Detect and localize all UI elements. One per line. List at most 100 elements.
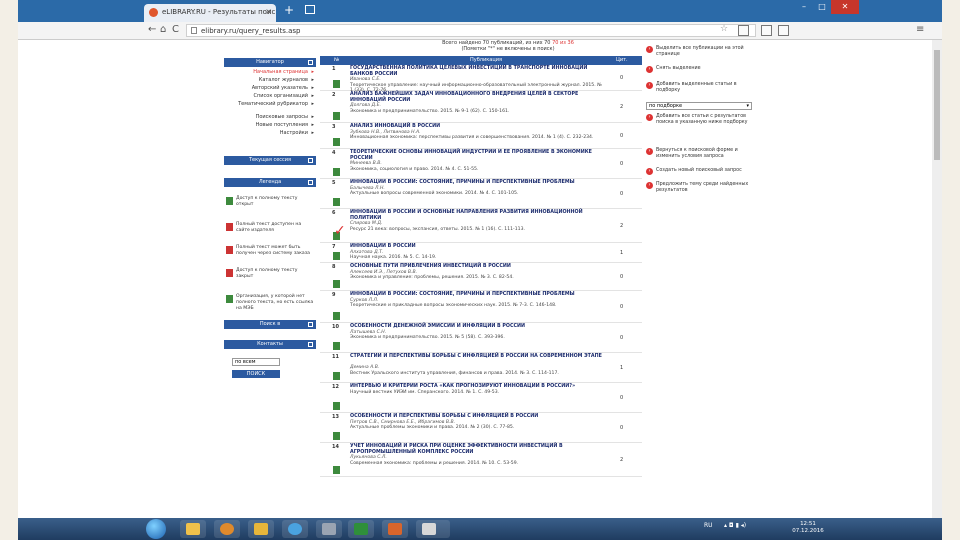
result-source[interactable]: Актуальные проблемы экономики и права. 2…	[350, 425, 605, 431]
taskbar-powerpoint[interactable]	[382, 520, 408, 538]
result-title-link[interactable]: ИННОВАЦИИ В РОССИИ И ОСНОВНЫЕ НАПРАВЛЕНИ…	[350, 210, 605, 221]
address-bar[interactable]: elibrary.ru/query_results.asp	[186, 24, 756, 37]
extension-icon[interactable]	[738, 25, 749, 36]
contacts-header[interactable]: Контакты	[224, 340, 316, 349]
back-button[interactable]: ←	[148, 24, 156, 36]
fulltext-access-icon[interactable]	[333, 432, 340, 440]
start-button[interactable]	[146, 519, 166, 539]
reader-icon[interactable]	[778, 25, 789, 36]
search-button[interactable]: ПОИСК	[232, 370, 280, 378]
fulltext-access-icon[interactable]	[333, 252, 340, 260]
fulltext-access-icon[interactable]	[333, 168, 340, 176]
result-source[interactable]: Вестник Уральского института управления,…	[350, 371, 605, 377]
result-row[interactable]: 2 АНАЛИЗ ВАЖНЕЙШИХ ЗАДАЧ ИННОВАЦИОННОГО В…	[320, 91, 642, 123]
result-row[interactable]: 12 ИНТЕРВЬЮ И КРИТЕРИИ РОСТА «КАК ПРОГНОЗ…	[320, 383, 642, 413]
fulltext-access-icon[interactable]	[333, 372, 340, 380]
navigator-header[interactable]: Навигатор	[224, 58, 316, 67]
navigator-item[interactable]: Поисковые запросы ▸	[224, 114, 316, 120]
right-action-link[interactable]: › Снять выделение	[644, 66, 754, 73]
window-maximize-button[interactable]: □	[813, 0, 831, 14]
navigator-item[interactable]: Каталог журналов ▸	[224, 77, 316, 83]
fulltext-access-icon[interactable]	[333, 138, 340, 146]
fulltext-access-icon[interactable]	[333, 342, 340, 350]
result-source[interactable]: Экономика и предпринимательство. 2015. №…	[350, 335, 605, 341]
fulltext-access-icon[interactable]	[333, 466, 340, 474]
fulltext-access-icon[interactable]	[333, 112, 340, 120]
result-source[interactable]: Экономика, социология и право. 2014. № 4…	[350, 167, 605, 173]
navigator-item[interactable]: Настройки ▸	[224, 130, 316, 136]
result-source[interactable]: Научная наука. 2016. № 5. С. 14-19.	[350, 255, 605, 261]
result-source[interactable]: Экономика и управление: проблемы, решени…	[350, 275, 605, 281]
search-scope-select[interactable]: по всем	[232, 358, 280, 366]
cast-icon[interactable]	[761, 25, 772, 36]
right-action-link[interactable]: › Создать новый поисковый запрос	[644, 168, 754, 175]
home-button[interactable]: ⌂	[160, 24, 166, 36]
result-source[interactable]: Научный вестник УИЭИ им. Сперанского. 20…	[350, 390, 605, 396]
tray-icons[interactable]: ▴ ◘ ▮ ◂)	[724, 522, 746, 529]
result-row[interactable]: 3 АНАЛИЗ ИННОВАЦИЙ В РОССИИ Зубкова Н.В., …	[320, 123, 642, 149]
result-row[interactable]: 4 ТЕОРЕТИЧЕСКИЕ ОСНОВЫ ИННОВАЦИЙ ИНДУСТРИ…	[320, 149, 642, 179]
search-in-header[interactable]: Поиск в	[224, 320, 316, 329]
result-row[interactable]: 14 УЧЕТ ИННОВАЦИЙ И РИСКА ПРИ ОЦЕНКЕ ЭФФЕ…	[320, 443, 642, 477]
navigator-item[interactable]: Начальная страница ▸	[224, 69, 316, 75]
close-tab-icon[interactable]: ×	[265, 7, 272, 16]
taskbar-firefox[interactable]	[214, 520, 240, 538]
system-clock[interactable]: 12:51 07.12.2016	[778, 521, 838, 535]
collapse-icon[interactable]	[308, 60, 313, 65]
right-action-link[interactable]: › Добавить все статьи с результатов поиск…	[644, 114, 754, 125]
result-row[interactable]: 11 СТРАТЕГИИ И ПЕРСПЕКТИВЫ БОРЬБЫ С ИНФЛЯ…	[320, 353, 642, 383]
window-close-button[interactable]: ✕	[831, 0, 859, 14]
scrollbar-thumb[interactable]	[934, 50, 940, 160]
navigator-item[interactable]: Новые поступления ▸	[224, 122, 316, 128]
new-tab-button[interactable]: +	[284, 4, 294, 16]
result-source[interactable]: Экономика и предпринимательство. 2015. №…	[350, 109, 605, 115]
fulltext-access-icon[interactable]	[333, 80, 340, 88]
result-row[interactable]: 1 ГОСУДАРСТВЕННАЯ ПОЛИТИКА ЦЕЛЕВЫХ ИНВЕСТ…	[320, 65, 642, 93]
taskbar-explorer[interactable]	[180, 520, 206, 538]
taskbar-media[interactable]	[248, 520, 274, 538]
result-row[interactable]: 7 ИННОВАЦИИ В РОССИИ Алхатова Д.Т. Научная …	[320, 243, 642, 263]
taskbar-ie[interactable]	[282, 520, 308, 538]
legend-header[interactable]: Легенда	[224, 178, 316, 187]
result-title-link[interactable]: ГОСУДАРСТВЕННАЯ ПОЛИТИКА ЦЕЛЕВЫХ ИНВЕСТИ…	[350, 66, 605, 77]
result-row[interactable]: 9 ИННОВАЦИИ В РОССИИ: СОСТОЯНИЕ, ПРИЧИНЫ …	[320, 291, 642, 323]
window-minimize-button[interactable]: –	[795, 0, 813, 14]
right-action-link[interactable]: › Вернуться к поисковой форме и изменить …	[644, 148, 754, 159]
result-source[interactable]: Современная экономика: проблемы и решени…	[350, 461, 605, 467]
result-title-link[interactable]: УЧЕТ ИННОВАЦИЙ И РИСКА ПРИ ОЦЕНКЕ ЭФФЕКТ…	[350, 444, 605, 455]
result-title-link[interactable]: СТРАТЕГИИ И ПЕРСПЕКТИВЫ БОРЬБЫ С ИНФЛЯЦИ…	[350, 354, 605, 360]
reload-button[interactable]: C	[172, 24, 179, 36]
fulltext-access-icon[interactable]	[333, 312, 340, 320]
taskbar-files[interactable]	[316, 520, 342, 538]
taskbar-access[interactable]	[348, 520, 374, 538]
fulltext-access-icon[interactable]	[333, 402, 340, 410]
navigator-item[interactable]: Авторский указатель ▸	[224, 85, 316, 91]
collapse-icon[interactable]	[308, 180, 313, 185]
collapse-icon[interactable]	[308, 158, 313, 163]
result-row[interactable]: 10 ОСОБЕННОСТИ ДЕНЕЖНОЙ ЭМИССИИ И ИНФЛЯЦИ…	[320, 323, 642, 353]
language-indicator[interactable]: RU	[704, 522, 713, 529]
browser-tab[interactable]: eLIBRARY.RU - Результаты поис ×	[144, 4, 276, 22]
result-row[interactable]: 13 ОСОБЕННОСТИ И ПЕРСПЕКТИВЫ БОРЬБЫ С ИНФ…	[320, 413, 642, 443]
session-header[interactable]: Текущая сессия	[224, 156, 316, 165]
collapse-icon[interactable]	[308, 322, 313, 327]
browser-menu-icon[interactable]: ≡	[916, 25, 924, 35]
result-title-link[interactable]: АНАЛИЗ ВАЖНЕЙШИХ ЗАДАЧ ИННОВАЦИОННОГО ВН…	[350, 92, 605, 103]
result-source[interactable]: Ресурс 21 века: вопросы, экспансия, отве…	[350, 227, 605, 233]
result-source[interactable]: Теоретические и прикладные вопросы эконо…	[350, 303, 605, 309]
result-source[interactable]: Инновационная экономика: перспективы раз…	[350, 135, 605, 141]
navigator-item[interactable]: Список организаций ▸	[224, 93, 316, 99]
tab-screenshot-icon[interactable]	[305, 5, 315, 14]
fulltext-access-icon[interactable]	[333, 198, 340, 206]
right-action-link[interactable]: › Предложить тему среди найденных результ…	[644, 182, 754, 193]
right-action-link[interactable]: › Добавить выделенные статьи в подборку	[644, 82, 754, 93]
result-row[interactable]: 5 ИННОВАЦИИ В РОССИИ: СОСТОЯНИЕ, ПРИЧИНЫ …	[320, 179, 642, 209]
result-source[interactable]: Актуальные вопросы современной экономики…	[350, 191, 605, 197]
scrollbar[interactable]	[932, 40, 942, 518]
collapse-icon[interactable]	[308, 342, 313, 347]
result-row[interactable]: 8 ОСНОВНЫЕ ПУТИ ПРИВЛЕЧЕНИЯ ИНВЕСТИЦИЙ В …	[320, 263, 642, 291]
fulltext-access-icon[interactable]	[333, 280, 340, 288]
right-action-link[interactable]: › Выделить все публикации на этой страниц…	[644, 46, 754, 57]
bookmark-star-icon[interactable]: ☆	[720, 24, 728, 34]
navigator-item[interactable]: Тематический рубрикатор ▸	[224, 101, 316, 107]
